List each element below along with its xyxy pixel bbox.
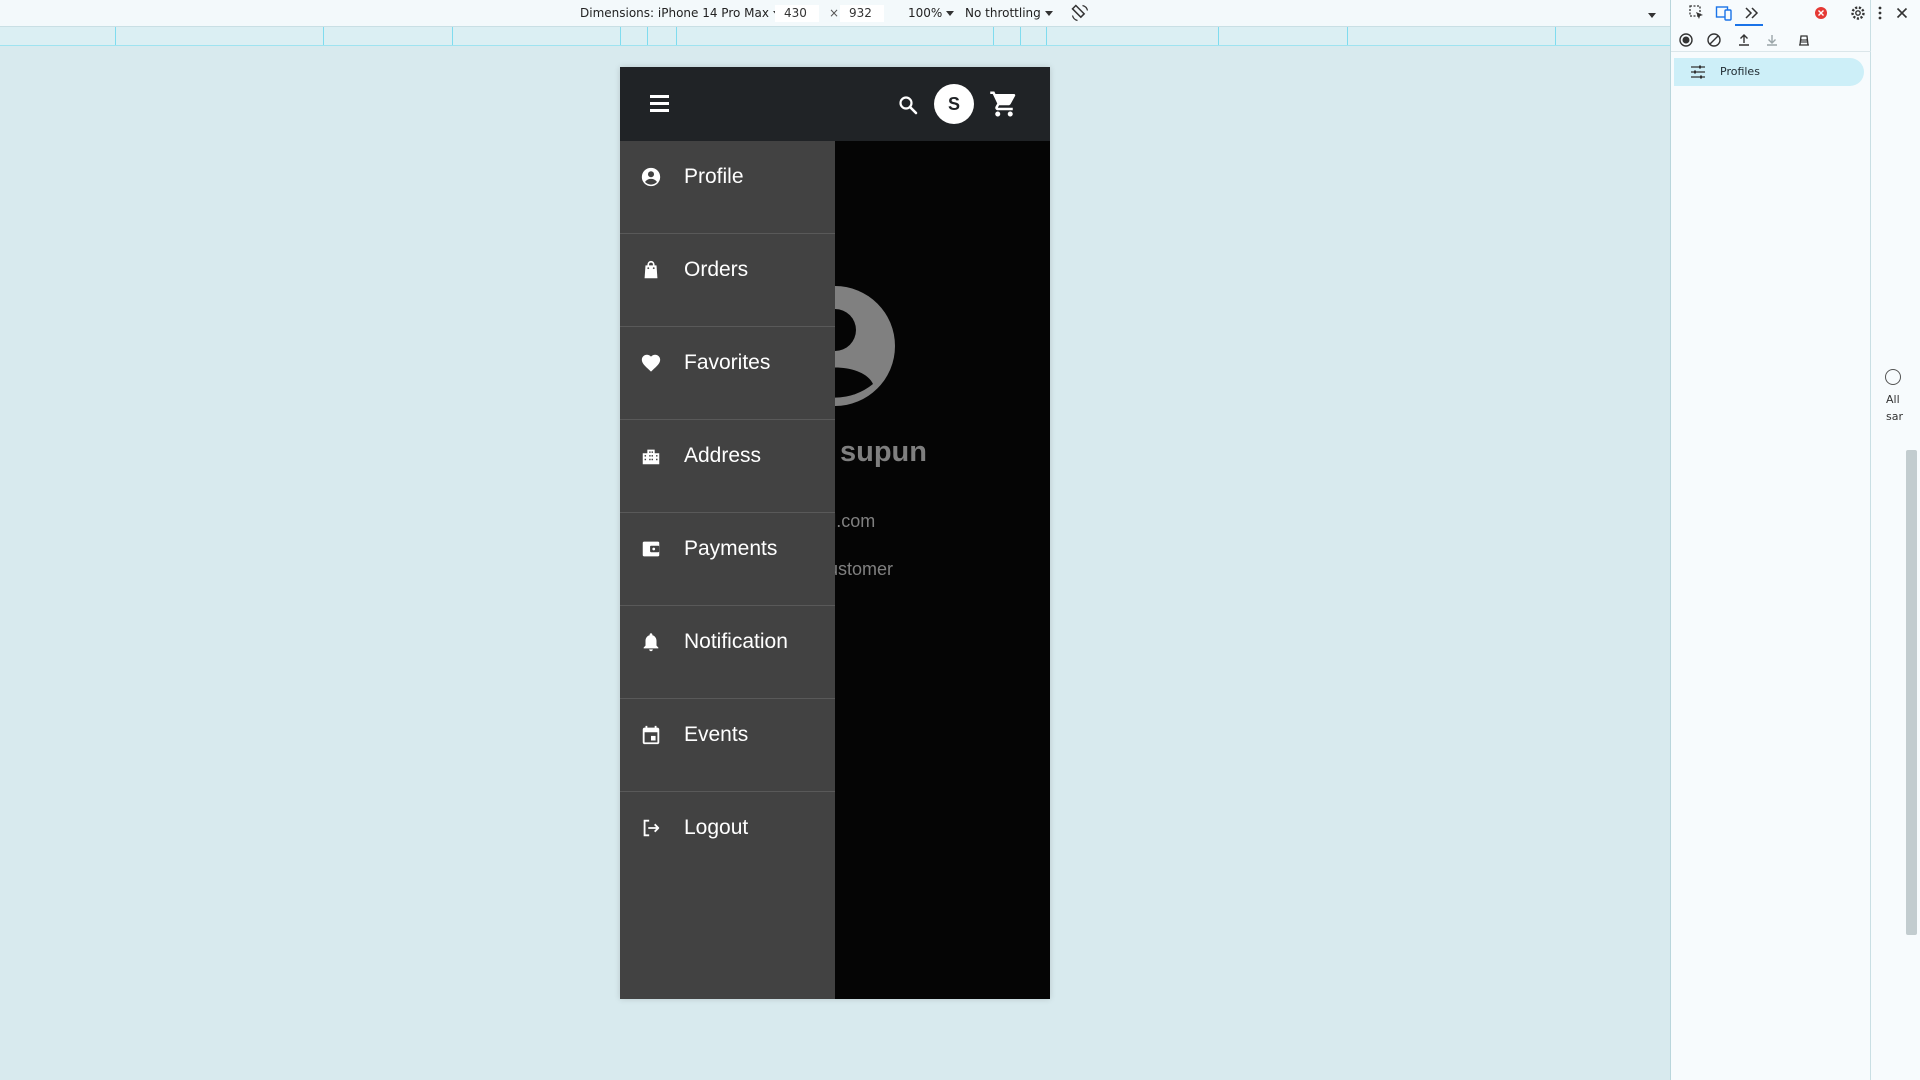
profiles-sidebar-item[interactable]: Profiles (1674, 58, 1864, 86)
account-circle-icon (640, 166, 662, 188)
avatar[interactable]: S (934, 84, 974, 124)
tune-icon (1690, 65, 1706, 79)
building-icon (640, 445, 662, 467)
menu-item-notification[interactable]: Notification (620, 606, 835, 699)
throttling-label: No throttling (965, 6, 1041, 20)
inspect-element-icon[interactable] (1688, 4, 1706, 22)
search-icon[interactable] (896, 93, 920, 117)
truncated-option-text: sar (1886, 410, 1903, 423)
menu-icon[interactable] (649, 94, 670, 112)
device-toggle-icon[interactable] (1715, 4, 1733, 22)
garbage-collect-icon[interactable] (1795, 31, 1813, 49)
profile-name: supun (840, 436, 927, 468)
more-tabs-icon[interactable] (1742, 4, 1760, 22)
devtools-panel: Profiles All sar (1670, 0, 1920, 1080)
menu-item-logout[interactable]: Logout (620, 792, 835, 885)
scrollbar-thumb[interactable] (1906, 450, 1917, 935)
menu-item-payments[interactable]: Payments (620, 513, 835, 606)
menu-item-favorites[interactable]: Favorites (620, 327, 835, 420)
width-input[interactable]: 430 (775, 5, 819, 22)
cart-icon[interactable] (989, 89, 1019, 119)
menu-item-label: Logout (684, 816, 749, 839)
zoom-label: 100% (908, 6, 943, 20)
shopping-bag-icon (640, 259, 662, 281)
menu-item-profile[interactable]: Profile (620, 141, 835, 234)
device-viewport: S supun n@mail.com e : Customer Profile (620, 67, 1050, 999)
upload-icon[interactable] (1735, 31, 1753, 49)
menu-item-events[interactable]: Events (620, 699, 835, 792)
rotate-icon[interactable] (1070, 3, 1090, 23)
menu-item-label: Profile (684, 165, 744, 188)
calendar-icon (640, 724, 662, 746)
menu-item-label: Orders (684, 258, 749, 281)
height-input[interactable]: 932 (840, 5, 884, 22)
app-bar: S (620, 67, 1050, 141)
menu-item-label: Favorites (684, 351, 771, 374)
zoom-dropdown[interactable]: 100% (908, 6, 955, 20)
throttling-dropdown[interactable]: No throttling (965, 6, 1053, 20)
navigation-drawer: Profile Orders Favorites Address Payment… (620, 141, 835, 999)
download-icon[interactable] (1763, 31, 1781, 49)
clear-icon[interactable] (1705, 31, 1723, 49)
wallet-icon (640, 538, 662, 560)
menu-item-address[interactable]: Address (620, 420, 835, 513)
menu-item-label: Events (684, 723, 749, 746)
menu-item-label: Address (684, 444, 762, 467)
record-icon[interactable] (1677, 31, 1695, 49)
device-toolbar: Dimensions: iPhone 14 Pro Max 430 × 932 … (0, 0, 1670, 27)
logout-icon (640, 817, 662, 839)
kebab-menu-icon[interactable] (1871, 4, 1889, 22)
active-tab-indicator (1735, 24, 1763, 26)
chevron-down-icon (1648, 13, 1656, 18)
media-query-ruler (0, 27, 1670, 46)
close-icon[interactable] (1893, 4, 1911, 22)
heart-icon (640, 352, 662, 374)
device-dimensions-label: Dimensions: iPhone 14 Pro Max (580, 6, 769, 20)
menu-item-orders[interactable]: Orders (620, 234, 835, 327)
error-count-icon[interactable] (1812, 4, 1830, 22)
profiles-label: Profiles (1720, 65, 1760, 78)
dimension-separator: × (829, 6, 840, 20)
more-options-dropdown[interactable] (1644, 8, 1656, 22)
menu-item-label: Payments (684, 537, 778, 560)
device-dimensions-dropdown[interactable]: Dimensions: iPhone 14 Pro Max (580, 6, 781, 20)
menu-item-label: Notification (684, 630, 788, 653)
chevron-down-icon (946, 11, 955, 16)
bell-icon (640, 631, 662, 653)
gear-icon[interactable] (1849, 4, 1867, 22)
chevron-down-icon (1044, 11, 1053, 16)
profile-type-radio[interactable] (1885, 369, 1901, 385)
truncated-option-text: All (1886, 393, 1900, 406)
